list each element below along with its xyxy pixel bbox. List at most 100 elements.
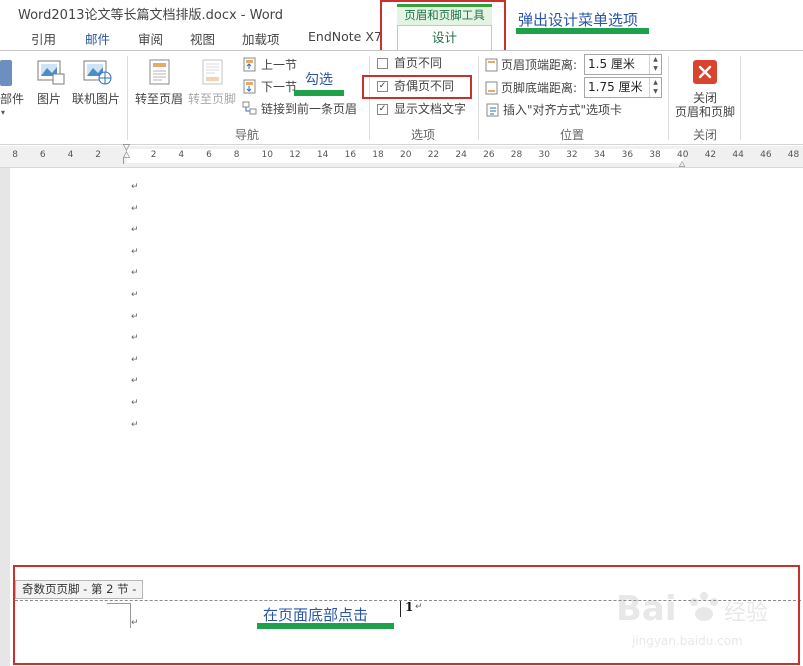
group-separator	[127, 56, 128, 140]
ruler-tick-label: 28	[510, 150, 523, 160]
show-document-text-label: 显示文档文字	[394, 102, 467, 116]
ruler-tick-label: 8	[233, 150, 240, 160]
paragraph-mark: ↵	[131, 311, 139, 322]
ruler-tick-label: 4	[67, 150, 74, 160]
different-first-page-label: 首页不同	[394, 56, 443, 70]
online-picture-button[interactable]: 联机图片	[72, 92, 120, 106]
highlight-box-odd-even	[362, 75, 472, 99]
header-top-distance-label: 页眉顶端距离:	[501, 58, 578, 72]
show-document-text-checkbox[interactable]: ✓	[377, 104, 388, 115]
insert-alignment-tab-icon[interactable]	[486, 102, 500, 117]
right-indent-marker[interactable]: △	[679, 159, 685, 168]
paragraph-mark: ↵	[131, 203, 139, 214]
chevron-down-icon[interactable]: ▾	[1, 108, 5, 117]
window-title: Word2013论文等长篇文档排版.docx - Word	[18, 8, 284, 23]
ruler-tick-label: 2	[95, 150, 102, 160]
header-top-distance-spinner[interactable]: ▲ ▼	[649, 55, 661, 74]
paragraph-mark: ↵	[131, 246, 139, 257]
ruler-tick-label: 8	[12, 150, 18, 160]
close-header-footer-button-line1[interactable]: 关闭	[693, 91, 717, 105]
goto-header-button[interactable]: 转至页眉	[135, 92, 183, 106]
paragraph-mark: ↵	[131, 398, 139, 408]
goto-header-icon[interactable]	[147, 58, 173, 86]
tab-addins[interactable]: 加载项	[242, 29, 280, 48]
ruler-tick-label: 48	[787, 150, 800, 160]
annotation-underline-check	[294, 90, 344, 96]
goto-footer-icon[interactable]	[200, 58, 226, 86]
paragraph-mark: ↵	[131, 290, 139, 300]
ruler-tick-label: 42	[704, 150, 717, 160]
close-icon[interactable]	[693, 60, 717, 84]
group-label-position: 位置	[560, 128, 585, 142]
paragraph-mark: ↵	[131, 376, 139, 387]
annotation-check-it: 勾选	[305, 72, 333, 88]
picture-icon[interactable]	[36, 58, 66, 86]
svg-text:Bai: Bai	[616, 589, 677, 628]
next-section-icon[interactable]	[242, 79, 258, 94]
ruler-tick-label: 44	[732, 150, 744, 160]
highlight-box-design-tab	[380, 0, 506, 53]
header-corner-mark	[123, 157, 124, 164]
quick-parts-icon[interactable]	[0, 60, 12, 86]
ruler-tick-label: 12	[289, 150, 301, 160]
ruler-tick-label: 32	[566, 150, 578, 160]
group-separator	[478, 56, 479, 140]
ruler-tick-label: 14	[316, 150, 329, 160]
footer-bottom-distance-value: 1.75 厘米	[588, 80, 643, 94]
tab-view[interactable]: 视图	[190, 29, 215, 48]
ruler-tick-label: 20	[400, 150, 412, 160]
close-header-footer-button-line2[interactable]: 页眉和页脚	[675, 105, 735, 119]
previous-section-button[interactable]: 上一节	[261, 58, 297, 72]
paragraph-mark: ↵	[131, 268, 139, 279]
ruler-tick-label: 36	[621, 150, 634, 160]
ruler-tick-label: 2	[150, 150, 157, 160]
group-label-navigation: 导航	[235, 128, 260, 142]
ruler-tick-label: 30	[538, 150, 550, 160]
header-top-distance-value: 1.5 厘米	[588, 57, 635, 71]
footer-bottom-distance-icon	[485, 80, 499, 95]
footer-bottom-distance-label: 页脚底端距离:	[501, 81, 578, 95]
tab-review[interactable]: 审阅	[138, 29, 163, 48]
footer-bottom-distance-spinner[interactable]: ▲ ▼	[649, 78, 661, 97]
paragraph-mark: ↵	[131, 333, 139, 344]
annotation-popup-design-menu: 弹出设计菜单选项	[518, 11, 639, 29]
ruler-tick-label: 22	[427, 150, 440, 160]
quick-parts-button[interactable]: 部件	[0, 92, 24, 106]
ruler-tick-label: 46	[760, 150, 772, 160]
insert-alignment-tab-button[interactable]: 插入"对齐方式"选项卡	[503, 103, 622, 117]
watermark-url: jingyan.baidu.com	[632, 634, 743, 648]
next-section-button[interactable]: 下一节	[261, 80, 297, 94]
paragraph-mark: ↵	[131, 419, 139, 430]
ruler-tick-label: 6	[206, 150, 212, 160]
ruler-tick-label: 18	[372, 150, 384, 160]
different-first-page-checkbox[interactable]	[377, 58, 388, 69]
ruler-tick-label: 34	[593, 150, 606, 160]
ruler-tick-label: 4	[178, 150, 185, 160]
goto-footer-button[interactable]: 转至页脚	[188, 92, 236, 106]
group-label-options: 选项	[411, 128, 436, 142]
ruler-tick-label: 6	[39, 150, 46, 160]
paragraph-mark: ↵	[131, 182, 139, 192]
ruler-tick-label: 26	[483, 150, 495, 160]
ruler-tick-label: 24	[455, 150, 467, 160]
ruler-tick-label: 16	[344, 150, 357, 160]
link-to-previous-button[interactable]: 链接到前一条页眉	[261, 102, 357, 116]
svg-text:经验: 经验	[724, 601, 768, 626]
tab-endnote[interactable]: EndNote X7	[308, 29, 382, 44]
baidu-watermark: Bai 经验 jingyan.baidu.com	[616, 582, 786, 652]
ruler-tick-label: 38	[649, 150, 661, 160]
first-line-indent-marker[interactable]: ▽ △	[123, 144, 130, 160]
paragraph-mark: ↵	[131, 354, 139, 365]
online-picture-icon[interactable]	[82, 58, 114, 86]
link-previous-icon[interactable]	[242, 101, 258, 116]
picture-button[interactable]: 图片	[37, 92, 61, 106]
ruler-tick-label: 10	[261, 150, 273, 160]
tab-mailings[interactable]: 邮件	[85, 29, 110, 48]
group-label-close: 关闭	[693, 128, 718, 142]
previous-section-icon[interactable]	[242, 57, 258, 72]
paragraph-mark: ↵	[131, 225, 139, 236]
annotation-underline-design	[516, 28, 649, 34]
vertical-ruler	[0, 168, 10, 666]
group-separator	[668, 56, 669, 140]
tab-references[interactable]: 引用	[31, 29, 56, 48]
